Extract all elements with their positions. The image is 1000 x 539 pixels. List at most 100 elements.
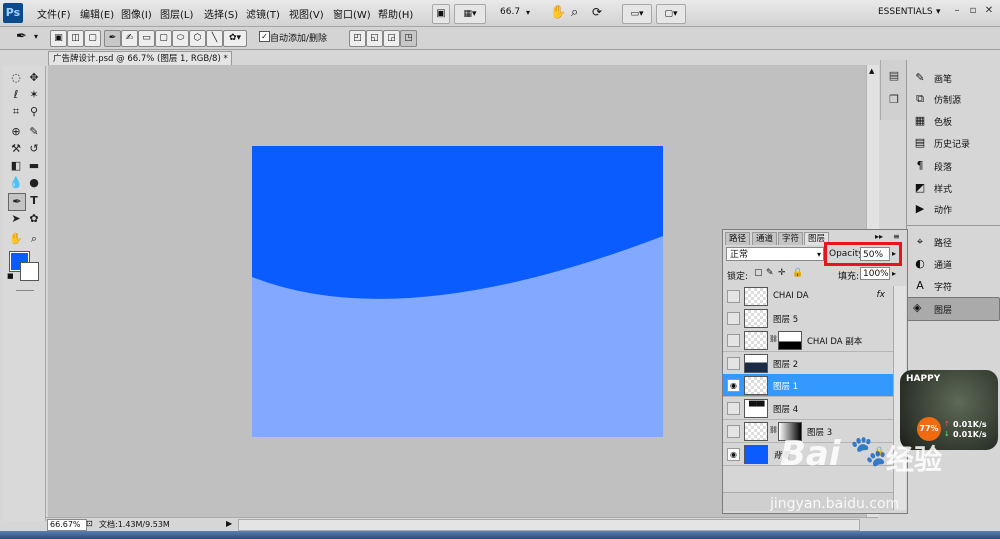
restore-icon[interactable]: ▫	[966, 5, 980, 19]
rectangle-icon[interactable]: ▭	[138, 30, 155, 47]
status-options-icon[interactable]: ⊡	[86, 519, 93, 528]
menu-image[interactable]: 图像(I)	[121, 6, 152, 21]
document-canvas[interactable]	[252, 146, 663, 437]
view-extras-icon[interactable]: ▦▾	[454, 4, 486, 24]
lock-all-icon[interactable]: 🔒	[792, 268, 803, 278]
tab-character[interactable]: 字符	[778, 232, 804, 245]
dock-item-character[interactable]: A 字符	[910, 277, 998, 295]
magic-wand-tool-icon[interactable]: ✶	[26, 87, 42, 103]
bridge-icon[interactable]: ▣	[432, 4, 450, 24]
rotate-view-icon[interactable]: ⟳	[592, 5, 602, 19]
shape-layers-icon[interactable]: ▣	[50, 30, 67, 47]
collapse-panel-icon[interactable]: ▸▸	[875, 232, 883, 241]
crop-tool-icon[interactable]: ⌗	[8, 104, 24, 120]
menu-select[interactable]: 选择(S)	[204, 6, 238, 21]
menu-view[interactable]: 视图(V)	[289, 6, 324, 21]
visibility-toggle[interactable]	[727, 357, 740, 370]
panel-menu-icon[interactable]: ≡	[893, 232, 900, 241]
blur-tool-icon[interactable]: 💧	[8, 175, 24, 191]
auto-add-delete-checkbox[interactable]: ✓	[259, 31, 270, 42]
layer-row-selected[interactable]: ◉ 图层 1	[723, 374, 893, 397]
dock-item-layers-active[interactable]: ◈ 图层	[907, 297, 1000, 321]
fill-input[interactable]: 100%	[860, 267, 890, 280]
menu-file[interactable]: 文件(F)	[37, 6, 71, 21]
clipboard-icon[interactable]: ❐	[886, 92, 902, 108]
intersect-area-icon[interactable]: ◲	[383, 30, 400, 47]
quick-mask-icon[interactable]	[16, 290, 34, 291]
gradient-tool-icon[interactable]: ▬	[26, 158, 42, 174]
move-tool-icon[interactable]: ✥	[26, 70, 42, 86]
dock-item-swatches[interactable]: ▦ 色板	[910, 112, 998, 130]
dock-item-brush[interactable]: ✎ 画笔	[910, 69, 998, 87]
horizontal-scrollbar[interactable]	[238, 519, 860, 531]
eyedropper-tool-icon[interactable]: ⚲	[26, 104, 42, 120]
custom-shape-icon[interactable]: ✿▾	[223, 30, 247, 47]
zoom-level[interactable]: 66.7	[500, 7, 520, 17]
close-icon[interactable]: ✕	[982, 5, 996, 19]
visibility-toggle[interactable]	[727, 334, 740, 347]
menu-edit[interactable]: 编辑(E)	[80, 6, 114, 21]
menu-window[interactable]: 窗口(W)	[333, 6, 371, 21]
clone-stamp-tool-icon[interactable]: ⚒	[8, 141, 24, 157]
line-icon[interactable]: ╲	[206, 30, 223, 47]
zoom-tool-icon[interactable]: ⌕	[571, 5, 578, 20]
visibility-toggle[interactable]	[727, 290, 740, 303]
exclude-area-icon[interactable]: ◳	[400, 30, 417, 47]
mini-bridge-icon[interactable]: ▤	[886, 68, 902, 84]
fill-slider-icon[interactable]: ▸	[892, 269, 896, 278]
scroll-up-icon[interactable]: ▲	[869, 67, 874, 75]
lock-image-icon[interactable]: ✎	[766, 268, 774, 278]
lasso-tool-icon[interactable]: ℓ	[8, 87, 24, 103]
background-color-swatch[interactable]	[20, 262, 39, 281]
document-tab[interactable]: 广告牌设计.psd @ 66.7% (图层 1, RGB/8) *	[48, 51, 232, 65]
freeform-pen-icon[interactable]: ✍	[121, 30, 138, 47]
layer-row[interactable]: CHAI DA fx	[723, 285, 893, 308]
fx-badge[interactable]: fx	[877, 290, 886, 300]
menu-help[interactable]: 帮助(H)	[378, 6, 413, 21]
visibility-toggle[interactable]	[727, 312, 740, 325]
custom-shape-tool-icon[interactable]: ✿	[26, 211, 42, 227]
dock-item-actions[interactable]: ▶ 动作	[910, 200, 998, 218]
layer-row[interactable]: ⛓ CHAI DA 副本	[723, 329, 893, 352]
ellipse-icon[interactable]: ⬭	[172, 30, 189, 47]
subtract-area-icon[interactable]: ◱	[366, 30, 383, 47]
dock-item-channels[interactable]: ◐ 通道	[910, 255, 998, 273]
arrange-documents-icon[interactable]: ▭▾	[622, 4, 652, 24]
minimize-icon[interactable]: –	[950, 5, 964, 19]
layer-row[interactable]: 图层 5	[723, 307, 893, 330]
eraser-tool-icon[interactable]: ◧	[8, 158, 24, 174]
pen-tool-icon[interactable]: ✒	[16, 29, 27, 44]
blend-mode-select[interactable]: 正常 ▾	[726, 247, 824, 261]
history-brush-tool-icon[interactable]: ↺	[26, 141, 42, 157]
screen-mode-icon[interactable]: ▢▾	[656, 4, 686, 24]
layer-row[interactable]: ▀▀ 图层 4	[723, 397, 893, 420]
default-colors-icon[interactable]: ■	[7, 272, 14, 280]
status-menu-icon[interactable]: ▶	[226, 519, 232, 528]
brush-tool-icon[interactable]: ✎	[26, 124, 42, 140]
menu-layer[interactable]: 图层(L)	[160, 6, 193, 21]
rounded-rectangle-icon[interactable]: ▢	[155, 30, 172, 47]
hand-tool-icon[interactable]: ✋	[8, 231, 24, 247]
workspace-dropdown-icon[interactable]: ▾	[936, 7, 941, 17]
path-selection-tool-icon[interactable]: ➤	[8, 211, 24, 227]
layer-mask-thumbnail[interactable]	[778, 331, 802, 350]
dodge-tool-icon[interactable]: ●	[26, 175, 42, 191]
marquee-tool-icon[interactable]: ◌	[8, 70, 24, 86]
zoom-dropdown-icon[interactable]: ▾	[526, 8, 530, 17]
add-to-area-icon[interactable]: ◰	[349, 30, 366, 47]
dock-item-paragraph[interactable]: ¶ 段落	[910, 157, 998, 175]
eye-icon[interactable]: ◉	[727, 379, 740, 392]
paths-mode-icon[interactable]: ◫	[67, 30, 84, 47]
zoom-tool-icon[interactable]: ⌕	[26, 231, 42, 247]
menu-filter[interactable]: 滤镜(T)	[246, 6, 280, 21]
visibility-toggle[interactable]	[727, 425, 740, 438]
dock-item-history[interactable]: ▤ 历史记录	[910, 134, 998, 152]
pen-tool-active-icon[interactable]: ✒	[8, 193, 26, 211]
pen-icon[interactable]: ✒	[104, 30, 121, 47]
fill-pixels-icon[interactable]: ▢	[84, 30, 101, 47]
lock-position-icon[interactable]: ✛	[778, 268, 786, 278]
polygon-icon[interactable]: ⬡	[189, 30, 206, 47]
zoom-status-field[interactable]: 66.67%	[47, 519, 87, 531]
tab-paths[interactable]: 路径	[725, 232, 751, 245]
healing-brush-tool-icon[interactable]: ⊕	[8, 124, 24, 140]
